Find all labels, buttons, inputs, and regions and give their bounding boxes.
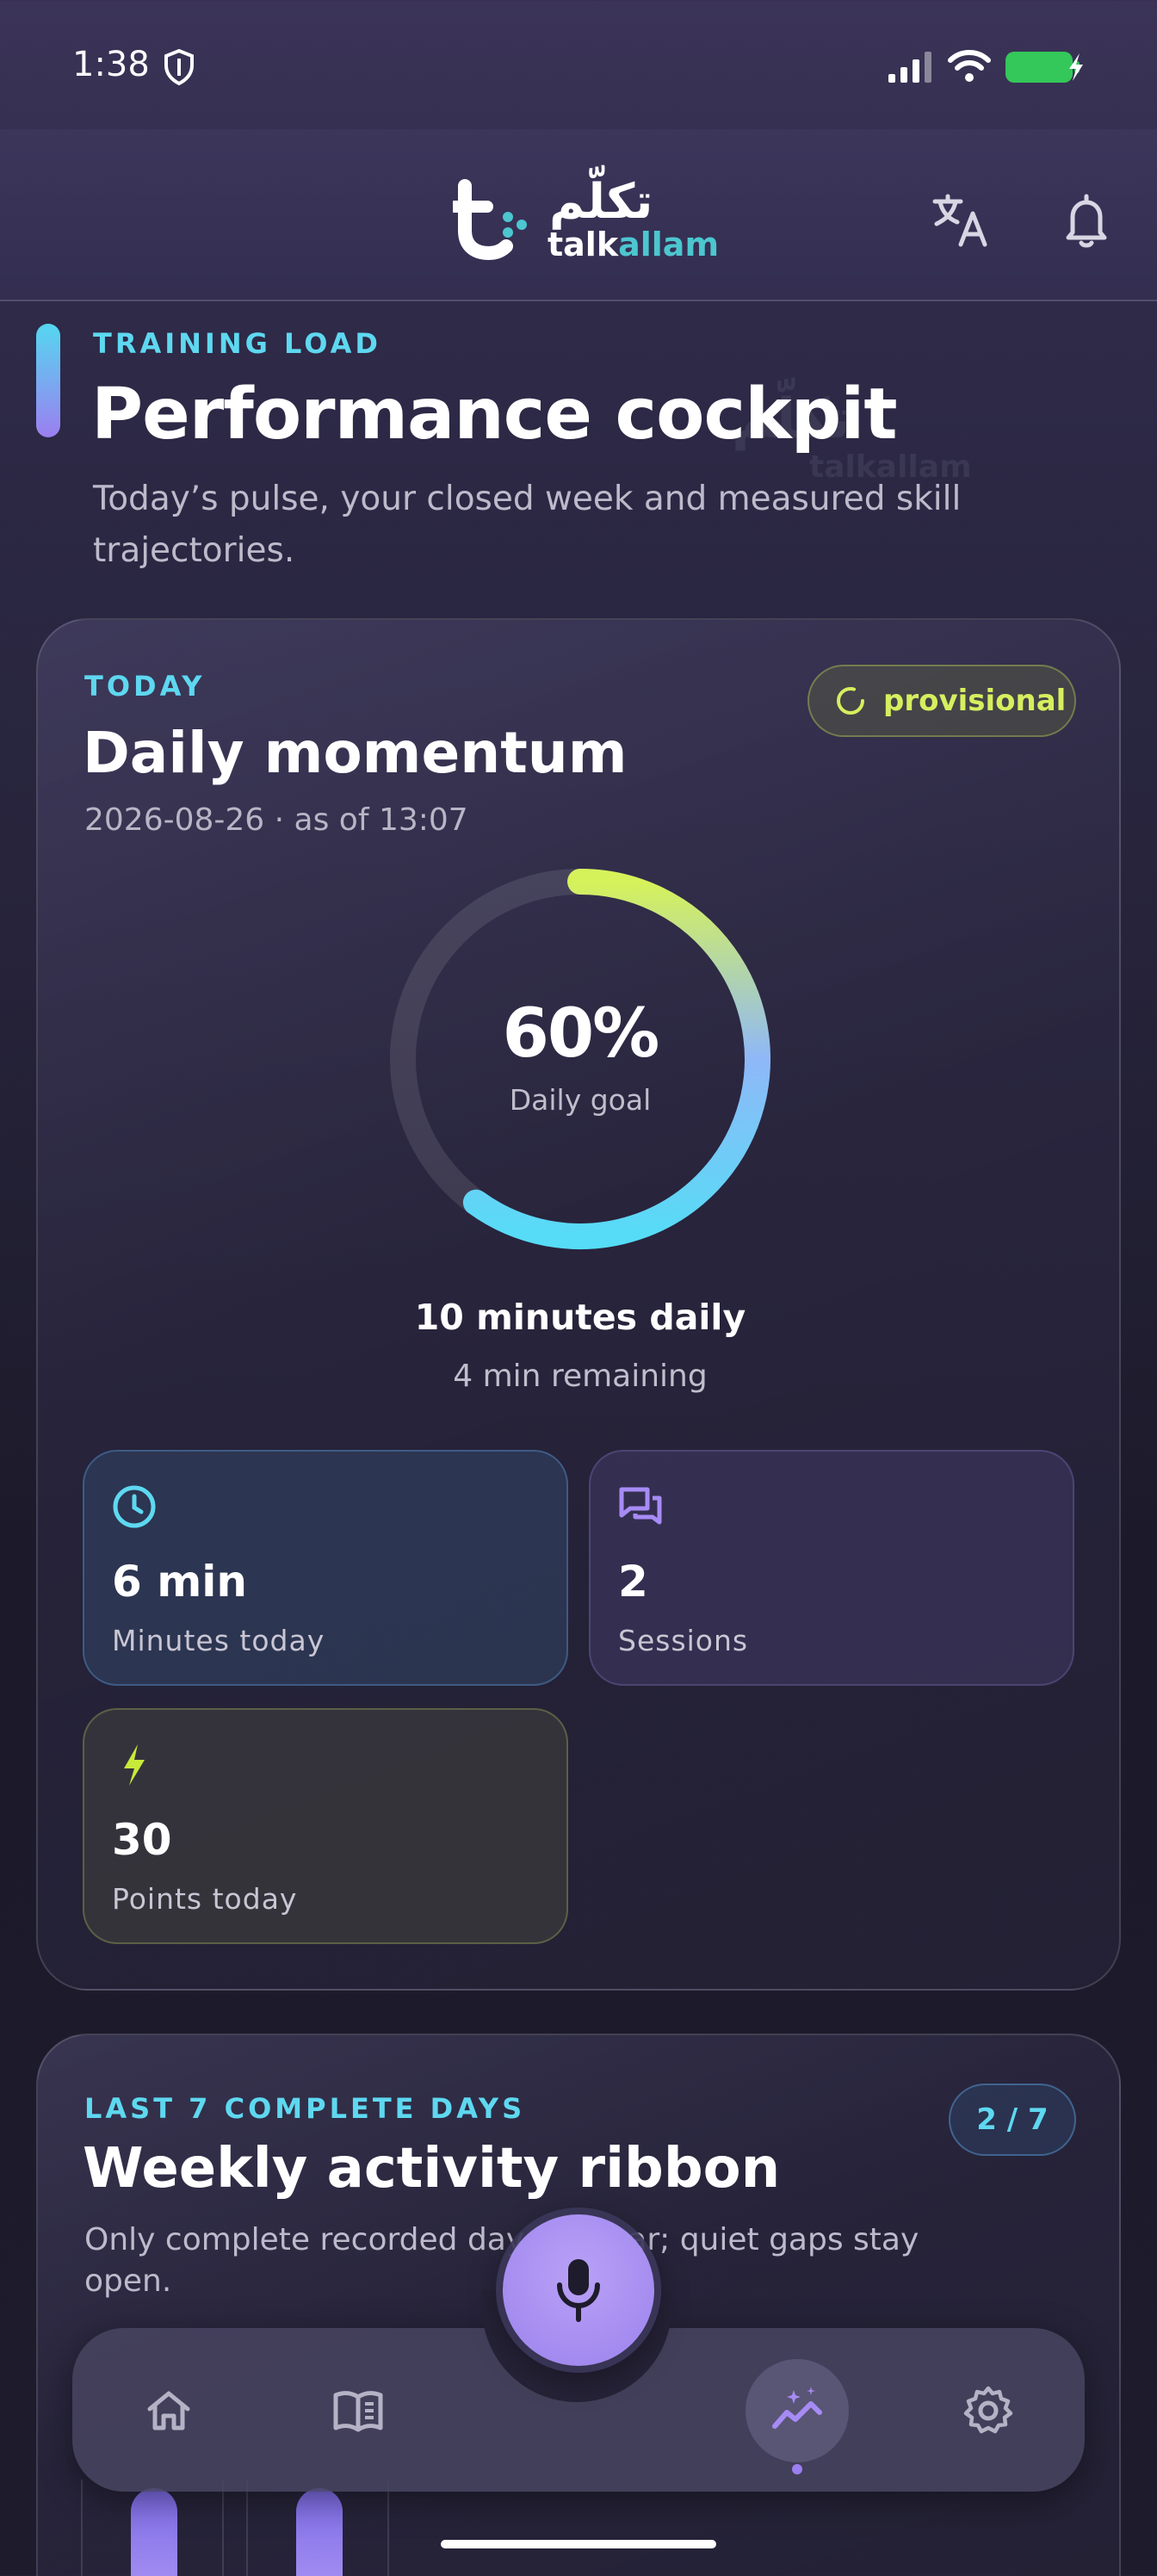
page-subtitle: Today’s pulse, your closed week and meas… [93,480,962,570]
status-badge-label: provisional [883,684,1067,718]
goal-text: 10 minutes daily [414,1297,746,1338]
ribbon-bar [131,2488,177,2576]
stat-label: Minutes today [112,1624,325,1657]
ribbon-day [246,2480,389,2576]
book-icon [333,2391,383,2432]
card-eyebrow: LAST 7 COMPLETE DAYS [84,2092,526,2125]
app-logo[interactable]: تكلّم talkallam [453,174,719,263]
daily-momentum-card: TODAY Daily momentum 2026-08-26 · as of … [36,618,1121,1991]
lightning-icon [124,1744,145,1786]
daily-goal-ring: 60% Daily goal [387,866,773,1252]
page-title: Performance cockpit [91,374,898,455]
app-header: تكلّم talkallam [0,129,1157,301]
nav-progress[interactable] [746,2359,849,2462]
card-title: Daily momentum [83,720,628,786]
notifications-button[interactable] [1055,189,1117,251]
battery-charging-icon [1005,52,1083,83]
card-date-meta: 2026-08-26 · as of 13:07 [84,802,468,838]
nav-learn[interactable] [306,2359,410,2462]
stat-value: 30 [112,1815,172,1865]
progress-percent: 60% [502,995,660,1073]
card-title: Weekly activity ribbon [83,2137,781,2201]
chat-bubbles-icon [619,1487,662,1525]
bell-icon [1066,194,1107,248]
signal-icon [888,52,931,83]
stat-sessions: 2 Sessions [589,1450,1074,1686]
logo-arabic-text: تكلّم [549,174,653,230]
stat-value: 2 [618,1557,648,1607]
title-accent-bar [36,324,60,437]
ribbon-day [81,2480,224,2576]
microphone-icon [557,2259,600,2322]
logo-latin-text: talkallam [548,226,720,263]
home-icon [147,2391,190,2430]
status-bar: 1:38 [0,0,1157,129]
nav-home[interactable] [117,2359,220,2462]
status-time: 1:38 [72,45,150,84]
sparkle-trend-icon [772,2387,822,2429]
nav-settings[interactable] [937,2359,1040,2462]
stat-label: Sessions [618,1624,749,1657]
shield-icon [164,48,194,86]
stat-label: Points today [112,1882,298,1916]
progress-caption: Daily goal [509,1083,652,1117]
wifi-icon [948,50,991,82]
status-badge: provisional [807,665,1076,737]
translate-button[interactable] [930,189,992,251]
home-indicator [441,2540,716,2548]
page-eyebrow: TRAINING LOAD [93,327,381,360]
clock-icon [113,1485,156,1528]
microphone-button[interactable] [503,2214,654,2366]
stat-points-today: 30 Points today [83,1708,568,1944]
goal-remaining: 4 min remaining [453,1359,708,1394]
translate-icon [932,194,987,247]
card-eyebrow: TODAY [84,670,206,703]
stat-minutes-today: 6 min Minutes today [83,1450,568,1686]
stat-value: 6 min [112,1557,248,1607]
loading-circle-icon [837,687,864,715]
ribbon-bar [296,2488,343,2576]
nav-active-indicator [792,2464,802,2474]
gear-icon [963,2386,1013,2434]
days-count-badge: 2 / 7 [949,2084,1076,2156]
logo-mark-icon [453,179,527,261]
